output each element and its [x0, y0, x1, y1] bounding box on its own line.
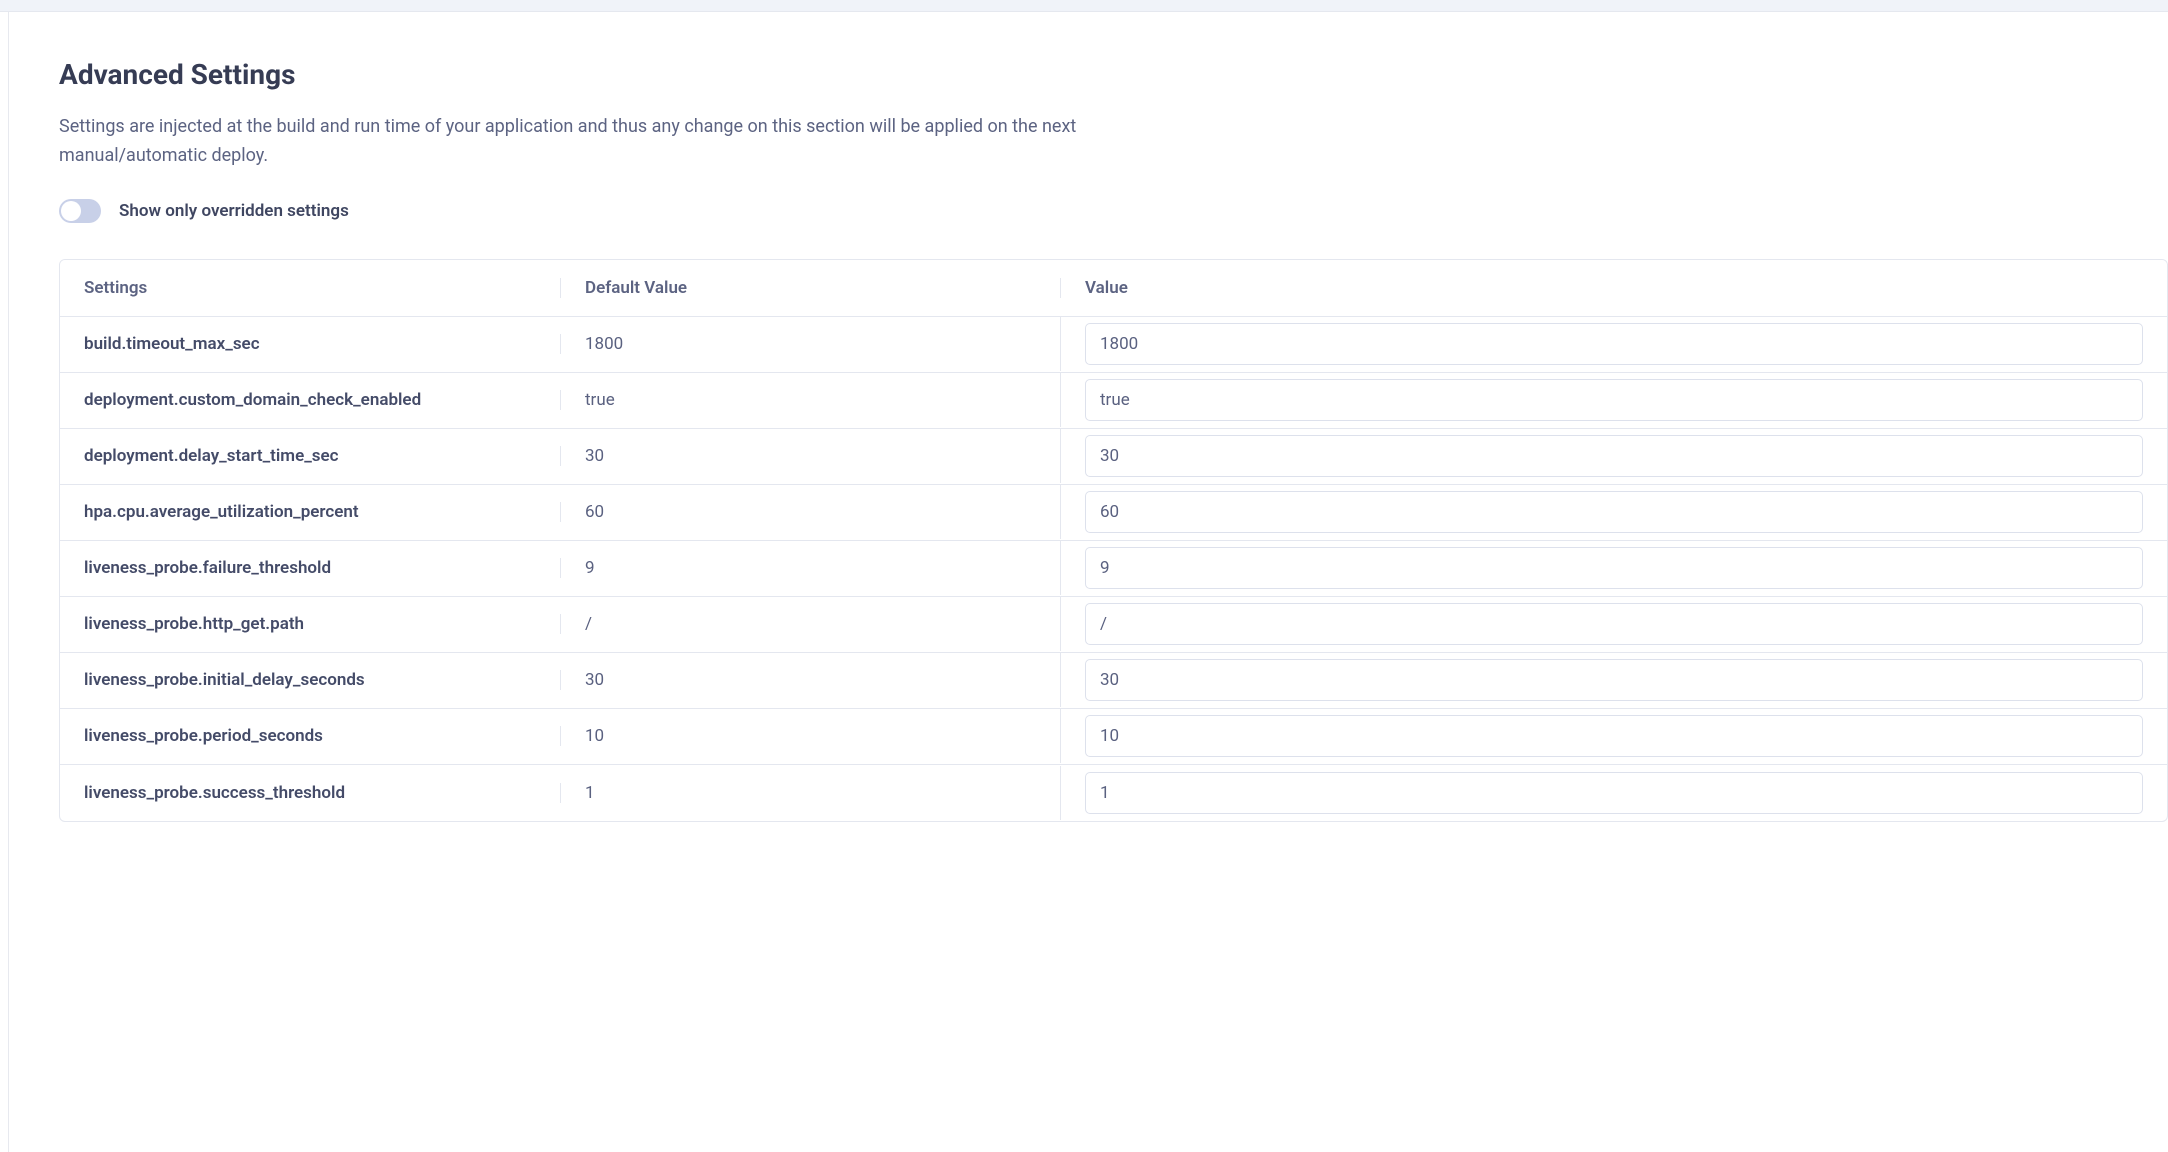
setting-value-cell — [1060, 373, 2167, 427]
setting-name: liveness_probe.http_get.path — [60, 614, 560, 634]
table-row: deployment.custom_domain_check_enabledtr… — [60, 373, 2167, 429]
table-row: liveness_probe.initial_delay_seconds30 — [60, 653, 2167, 709]
setting-value-input[interactable] — [1085, 491, 2143, 533]
toggle-row: Show only overridden settings — [59, 199, 2168, 223]
toggle-label: Show only overridden settings — [119, 201, 349, 221]
table-row: deployment.delay_start_time_sec30 — [60, 429, 2167, 485]
table-row: build.timeout_max_sec1800 — [60, 317, 2167, 373]
setting-default: 60 — [560, 502, 1060, 522]
setting-value-cell — [1060, 766, 2167, 820]
setting-name: deployment.delay_start_time_sec — [60, 446, 560, 466]
setting-value-cell — [1060, 709, 2167, 763]
setting-value-cell — [1060, 317, 2167, 371]
setting-value-input[interactable] — [1085, 435, 2143, 477]
col-header-settings: Settings — [60, 278, 560, 298]
settings-table: Settings Default Value Value build.timeo… — [59, 259, 2168, 822]
setting-name: build.timeout_max_sec — [60, 334, 560, 354]
table-body: build.timeout_max_sec1800deployment.cust… — [60, 317, 2167, 821]
setting-value-cell — [1060, 653, 2167, 707]
setting-value-input[interactable] — [1085, 603, 2143, 645]
setting-name: liveness_probe.period_seconds — [60, 726, 560, 746]
table-row: liveness_probe.http_get.path/ — [60, 597, 2167, 653]
setting-value-input[interactable] — [1085, 379, 2143, 421]
settings-container: Advanced Settings Settings are injected … — [8, 12, 2168, 1152]
top-bar — [0, 0, 2168, 12]
setting-value-input[interactable] — [1085, 659, 2143, 701]
setting-value-cell — [1060, 541, 2167, 595]
setting-default: 10 — [560, 726, 1060, 746]
setting-name: liveness_probe.success_threshold — [60, 783, 560, 803]
page-description: Settings are injected at the build and r… — [59, 113, 1099, 171]
setting-default: / — [560, 614, 1060, 634]
overridden-toggle[interactable] — [59, 199, 101, 223]
table-row: liveness_probe.success_threshold1 — [60, 765, 2167, 821]
setting-name: liveness_probe.initial_delay_seconds — [60, 670, 560, 690]
col-header-value: Value — [1060, 278, 2167, 298]
table-row: liveness_probe.period_seconds10 — [60, 709, 2167, 765]
setting-value-cell — [1060, 485, 2167, 539]
setting-value-input[interactable] — [1085, 547, 2143, 589]
setting-name: deployment.custom_domain_check_enabled — [60, 390, 560, 410]
table-row: hpa.cpu.average_utilization_percent60 — [60, 485, 2167, 541]
setting-name: liveness_probe.failure_threshold — [60, 558, 560, 578]
setting-default: 9 — [560, 558, 1060, 578]
page-title: Advanced Settings — [59, 58, 2168, 91]
setting-name: hpa.cpu.average_utilization_percent — [60, 502, 560, 522]
setting-default: 1800 — [560, 334, 1060, 354]
setting-default: 1 — [560, 783, 1060, 803]
setting-value-input[interactable] — [1085, 323, 2143, 365]
table-row: liveness_probe.failure_threshold9 — [60, 541, 2167, 597]
setting-value-cell — [1060, 597, 2167, 651]
setting-value-cell — [1060, 429, 2167, 483]
col-header-default: Default Value — [560, 278, 1060, 298]
setting-value-input[interactable] — [1085, 715, 2143, 757]
setting-default: 30 — [560, 670, 1060, 690]
setting-value-input[interactable] — [1085, 772, 2143, 814]
table-header: Settings Default Value Value — [60, 260, 2167, 317]
setting-default: 30 — [560, 446, 1060, 466]
setting-default: true — [560, 390, 1060, 410]
